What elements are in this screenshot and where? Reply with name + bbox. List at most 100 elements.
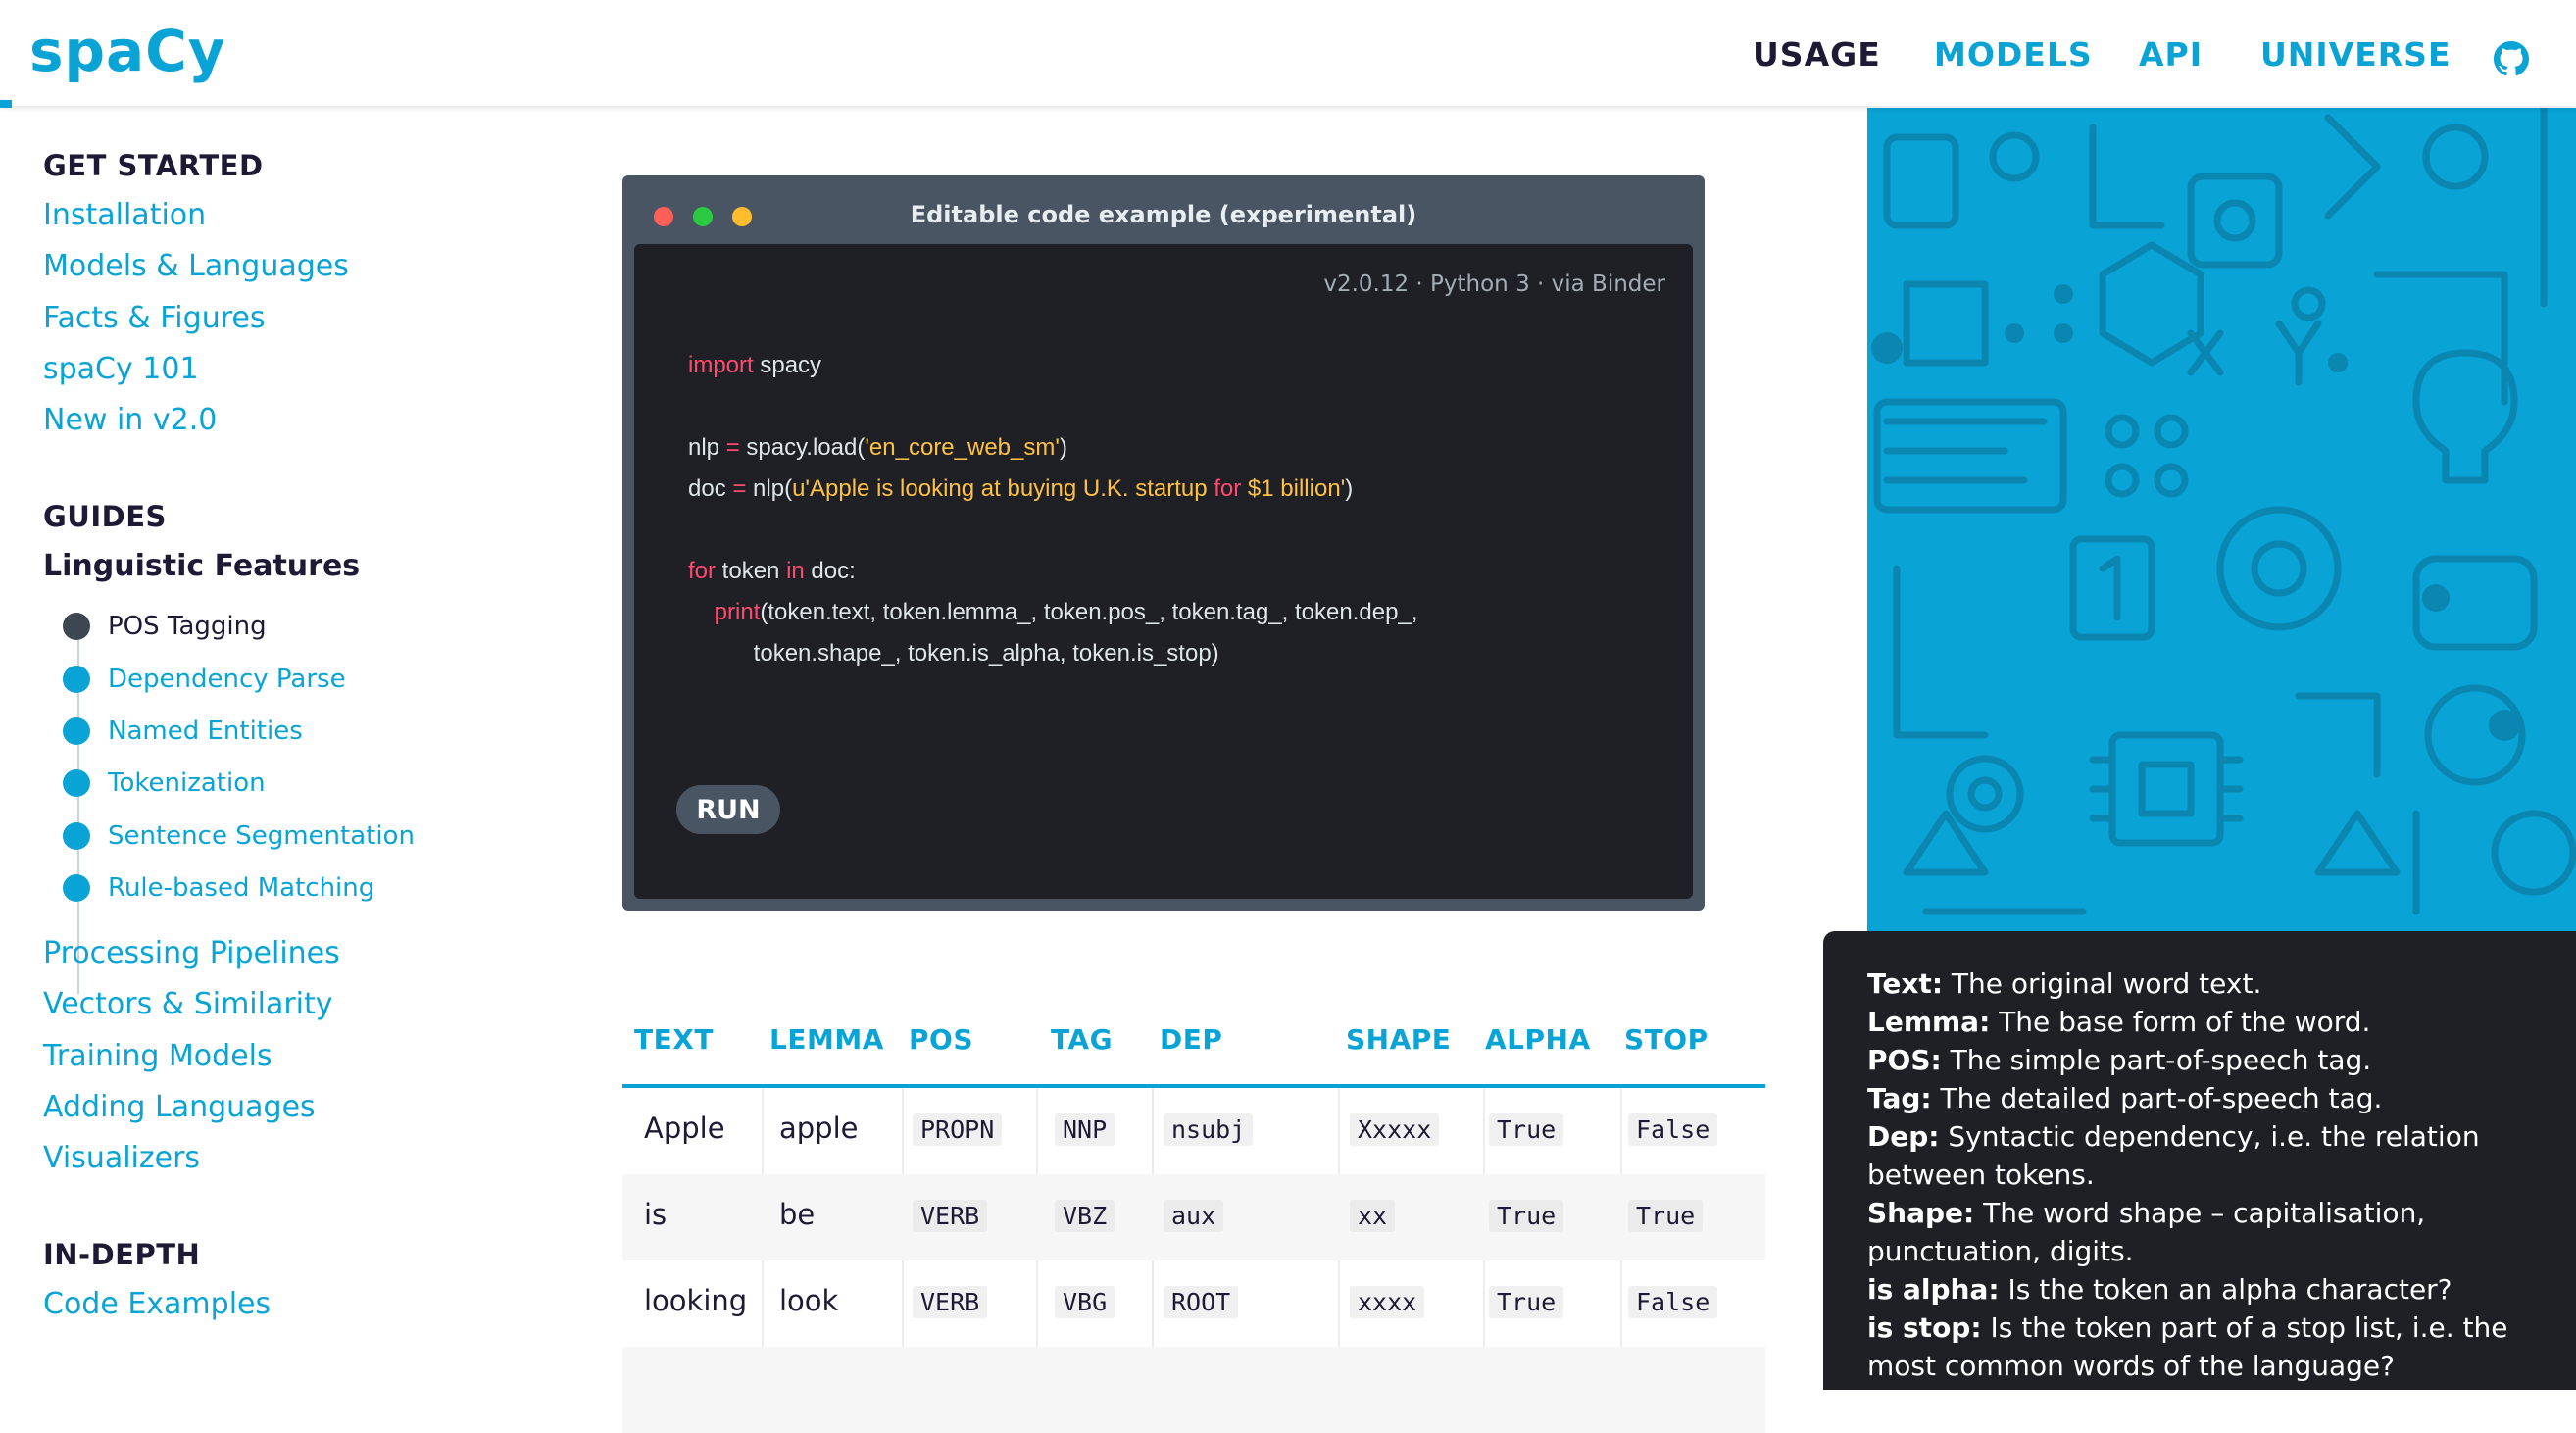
table-cell-lemma: apple (779, 1112, 859, 1145)
code-line: token.shape_, token.is_alpha, token.is_s… (688, 640, 1219, 667)
table-cell-stop: False (1628, 1286, 1718, 1318)
subnav-label: POS Tagging (108, 612, 267, 641)
table-cell-alpha: True (1489, 1113, 1564, 1146)
subnav-label: Dependency Parse (108, 665, 346, 694)
table-cell-pos: PROPN (913, 1113, 1003, 1146)
table-cell-lemma: look (779, 1284, 839, 1317)
tooltip-line-lemma: Lemma: The base form of the word. (1867, 1003, 2544, 1041)
table-cell-lemma: be (779, 1198, 816, 1231)
code-editor[interactable]: v2.0.12 · Python 3 · via Binder import s… (634, 244, 1693, 899)
tooltip-desc: Syntactic dependency, i.e. the relation … (1867, 1120, 2480, 1191)
tooltip-line-pos: POS: The simple part-of-speech tag. (1867, 1041, 2544, 1079)
logo-underline (0, 100, 12, 108)
sidebar-item-adding-languages[interactable]: Adding Languages (43, 1090, 316, 1124)
tooltip-line-tag: Tag: The detailed part-of-speech tag. (1867, 1079, 2544, 1117)
table-row: Apple apple PROPN NNP nsubj Xxxxx True False (622, 1088, 1765, 1174)
sidebar-item-linguistic-features[interactable]: Linguistic Features (43, 549, 360, 583)
code-example-window: Editable code example (experimental) v2.… (622, 175, 1705, 911)
spacy-logo[interactable]: spaCy (29, 18, 226, 84)
subnav-label: Tokenization (108, 768, 266, 798)
table-cell-tag: VBG (1055, 1286, 1115, 1318)
tooltip-line-text: Text: The original word text. (1867, 964, 2544, 1003)
tooltip-desc: The simple part-of-speech tag. (1941, 1044, 2372, 1076)
tooltip-desc: Is the token an alpha character? (1999, 1273, 2452, 1306)
column-header-pos: POS (909, 1023, 973, 1056)
subnav-dot (63, 822, 90, 850)
column-header-stop: STOP (1624, 1023, 1709, 1056)
subnav-dot (63, 613, 90, 640)
subnav-dot (63, 769, 90, 797)
code-line: doc = nlp(u'Apple is looking at buying U… (688, 475, 1354, 502)
table-cell-shape: xxxx (1350, 1286, 1425, 1318)
attribute-tooltip: Text: The original word text. Lemma: The… (1823, 931, 2576, 1390)
sidebar-item-vectors-similarity[interactable]: Vectors & Similarity (43, 987, 333, 1021)
table-cell-alpha: True (1489, 1286, 1564, 1318)
subnav-dot (63, 717, 90, 745)
code-line: for token in doc: (688, 558, 856, 584)
sidebar-item-processing-pipelines[interactable]: Processing Pipelines (43, 936, 340, 970)
column-header-alpha: ALPHA (1485, 1023, 1591, 1056)
subnav-label: Rule-based Matching (108, 873, 375, 903)
code-line: print(token.text, token.lemma_, token.po… (714, 599, 1418, 625)
table-cell-pos: VERB (913, 1200, 988, 1232)
sidebar-item-facts-figures[interactable]: Facts & Figures (43, 301, 265, 335)
binder-meta: v2.0.12 · Python 3 · via Binder (1323, 272, 1665, 297)
table-cell-dep: nsubj (1164, 1113, 1254, 1146)
nav-universe[interactable]: UNIVERSE (2260, 35, 2452, 74)
table-cell-alpha: True (1489, 1200, 1564, 1232)
tooltip-desc: The original word text. (1943, 967, 2262, 1000)
sidebar-item-code-examples[interactable]: Code Examples (43, 1287, 271, 1321)
tooltip-term: Dep: (1867, 1120, 1940, 1153)
nav-api[interactable]: API (2139, 35, 2203, 74)
code-line: import spacy (688, 352, 822, 378)
github-icon[interactable] (2494, 41, 2529, 76)
subnav-label: Sentence Segmentation (108, 821, 415, 851)
sidebar-item-visualizers[interactable]: Visualizers (43, 1141, 200, 1175)
table-cell-shape: xx (1350, 1200, 1396, 1232)
table-cell-text: Apple (644, 1112, 725, 1145)
table-row: looking look VERB VBG ROOT xxxx True False (622, 1260, 1765, 1347)
tooltip-term: Tag: (1867, 1082, 1932, 1114)
tooltip-term: Shape: (1867, 1197, 1975, 1229)
column-header-text: TEXT (634, 1023, 714, 1056)
sidebar-item-models-languages[interactable]: Models & Languages (43, 249, 349, 283)
table-cell-text: looking (644, 1284, 748, 1317)
table-cell-tag: VBZ (1055, 1200, 1115, 1232)
table-cell-dep: aux (1164, 1200, 1224, 1232)
nav-models[interactable]: MODELS (1934, 35, 2093, 74)
tooltip-term: is alpha: (1867, 1273, 2000, 1306)
column-header-tag: TAG (1051, 1023, 1114, 1056)
tooltip-desc: The detailed part-of-speech tag. (1931, 1082, 2383, 1114)
table-cell-stop: False (1628, 1113, 1718, 1146)
tooltip-line-dep: Dep: Syntactic dependency, i.e. the rela… (1867, 1117, 2544, 1194)
run-button[interactable]: RUN (676, 785, 780, 834)
column-header-dep: DEP (1160, 1023, 1223, 1056)
sidebar-item-training-models[interactable]: Training Models (43, 1039, 272, 1073)
code-line: nlp = spacy.load('en_core_web_sm') (688, 434, 1067, 461)
tooltip-line-is-stop: is stop: Is the token part of a stop lis… (1867, 1309, 2544, 1385)
table-cell-text: is (644, 1198, 668, 1231)
sidebar-item-spacy-101[interactable]: spaCy 101 (43, 352, 199, 386)
tooltip-desc: The base form of the word. (1990, 1006, 2371, 1038)
tooltip-term: POS: (1867, 1044, 1942, 1076)
subnav-dot (63, 666, 90, 693)
sidebar-item-installation[interactable]: Installation (43, 198, 206, 232)
column-header-lemma: LEMMA (769, 1023, 884, 1056)
column-header-shape: SHAPE (1346, 1023, 1452, 1056)
table-cell-tag: NNP (1055, 1113, 1115, 1146)
tooltip-term: Lemma: (1867, 1006, 1991, 1038)
top-header: spaCy USAGE MODELS API UNIVERSE (0, 0, 2576, 108)
nav-usage[interactable]: USAGE (1753, 35, 1881, 74)
tooltip-line-is-alpha: is alpha: Is the token an alpha characte… (1867, 1270, 2544, 1309)
table-cell-pos: VERB (913, 1286, 988, 1318)
table-row: is be VERB VBZ aux xx True True (622, 1174, 1765, 1260)
sidebar-item-new-in-v2[interactable]: New in v2.0 (43, 403, 217, 437)
decorative-pattern (1867, 108, 2576, 931)
table-row-partial (622, 1347, 1765, 1433)
table-cell-shape: Xxxxx (1350, 1113, 1440, 1146)
section-title-guides: GUIDES (43, 500, 167, 533)
subnav-label: Named Entities (108, 716, 303, 746)
table-cell-dep: ROOT (1164, 1286, 1239, 1318)
tooltip-term: Text: (1867, 967, 1944, 1000)
table-cell-stop: True (1628, 1200, 1704, 1232)
